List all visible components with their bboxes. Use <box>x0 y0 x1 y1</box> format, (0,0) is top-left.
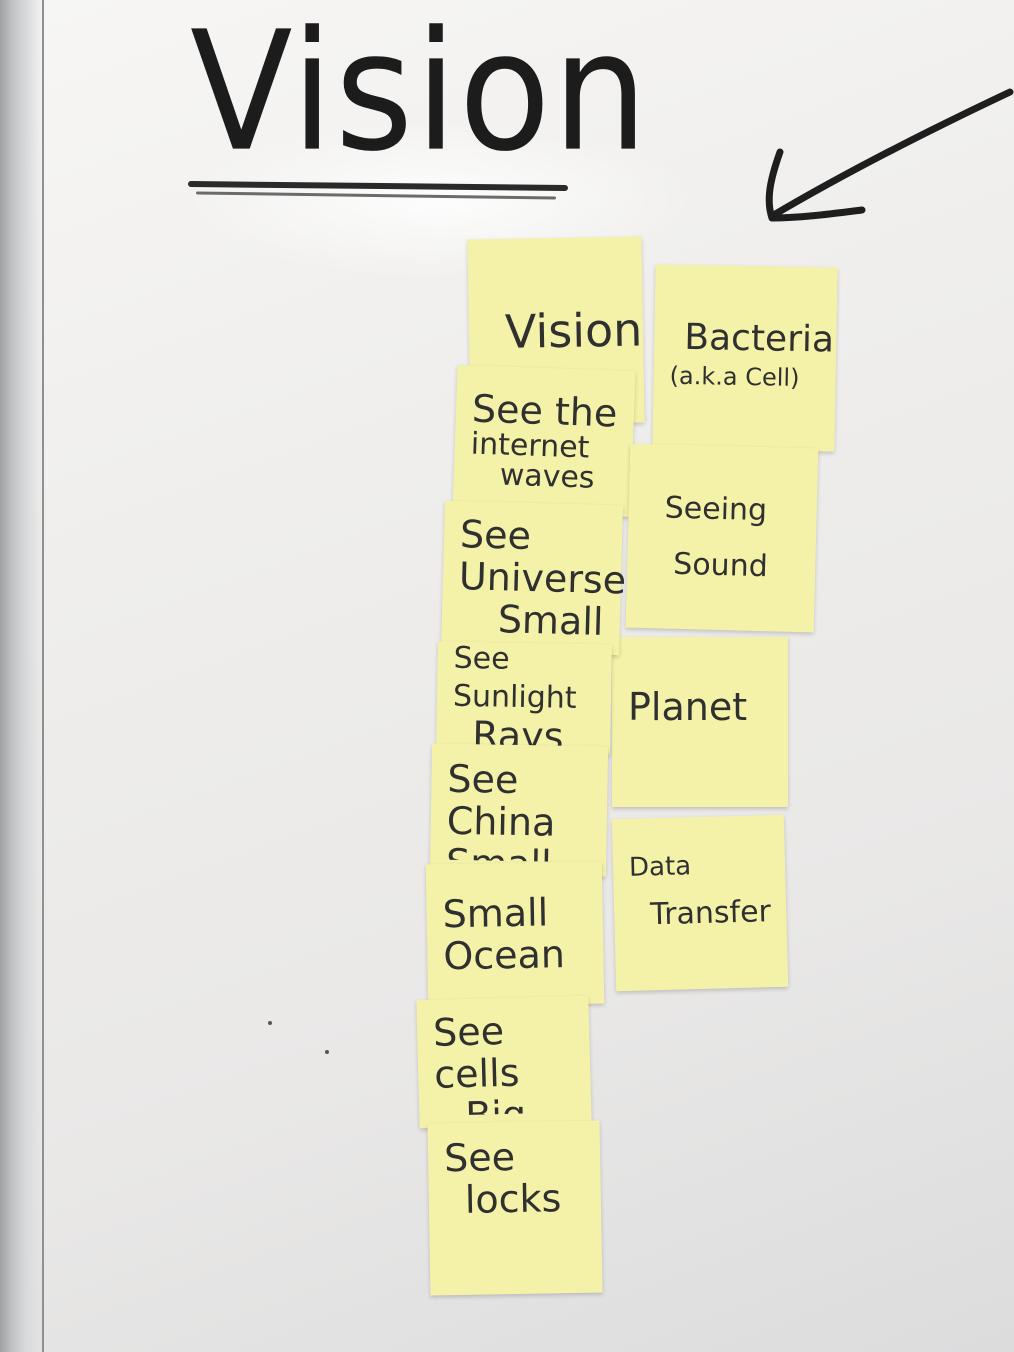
note-line: waves <box>499 457 596 496</box>
sticky-note-seeing-sound: Seeing Sound <box>625 443 819 633</box>
sticky-note-bacteria: Bacteria (a.k.a Cell) <box>652 264 838 452</box>
sticky-note-planet: Planet <box>612 637 788 807</box>
note-line: Big <box>465 1092 575 1115</box>
whiteboard-title: Vision <box>190 0 650 189</box>
note-line: cells <box>433 1050 521 1097</box>
marker-dot <box>325 1050 329 1054</box>
sticky-note-china-small: See China Small <box>429 743 609 877</box>
note-line: See <box>443 1134 516 1181</box>
note-line: Small <box>446 842 590 863</box>
note-line: Transfer <box>649 894 772 933</box>
note-line: Vision <box>504 302 643 359</box>
note-line: Bacteria <box>683 316 835 361</box>
note-line: Small <box>442 890 549 937</box>
sticky-note-universe-small: See Universe Small <box>441 500 627 656</box>
note-line: Small <box>497 597 604 644</box>
sticky-note-cells-big: See cells Big <box>416 995 592 1129</box>
note-line: locks <box>464 1176 562 1222</box>
note-line: See <box>447 756 519 802</box>
marker-dot <box>268 1021 272 1025</box>
note-line: Ocean <box>442 932 566 979</box>
whiteboard-frame <box>0 0 44 1352</box>
note-line: Universe <box>458 554 627 603</box>
sticky-note-locks: See locks <box>427 1120 603 1296</box>
note-line: See <box>459 512 532 558</box>
arrow-icon <box>765 88 1014 222</box>
note-line: See <box>432 1008 505 1055</box>
sticky-note-sunlight-rays: See Sunlight Rays <box>436 640 612 759</box>
note-line: China <box>446 798 556 845</box>
note-line: (a.k.a Cell) <box>669 361 800 392</box>
sticky-note-small-ocean: Small Ocean <box>425 861 605 1007</box>
whiteboard-frame-edge <box>42 0 44 1352</box>
note-line: Seeing <box>664 490 768 529</box>
note-line: Sound <box>672 546 769 585</box>
sticky-note-internet-waves: See the internet waves <box>452 364 636 518</box>
note-line: Data <box>628 851 692 883</box>
note-line: See Sunlight <box>452 640 577 716</box>
note-line: Planet <box>628 685 748 729</box>
sticky-note-data-transfer: Data Transfer <box>611 814 789 992</box>
